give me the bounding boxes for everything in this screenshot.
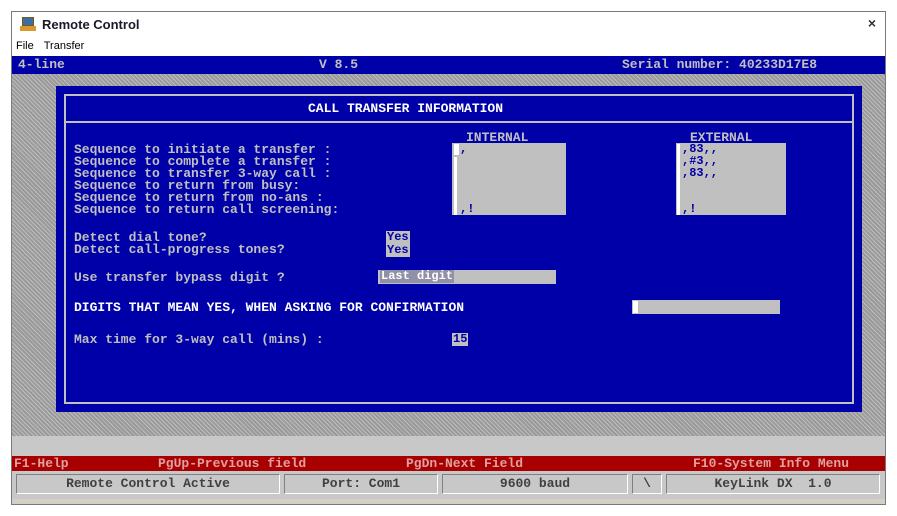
external-screening-value[interactable]: ,!	[682, 203, 696, 215]
activity-spinner: \	[632, 474, 662, 494]
external-column-marker	[677, 144, 680, 215]
port-status: Port: Com1	[284, 474, 438, 494]
confirm-digits-field[interactable]	[632, 300, 780, 314]
terminal-screen: 4-line V 8.5 Serial number: 40233D17E8 C…	[12, 56, 885, 499]
pgdn-next-field[interactable]: PgDn-Next Field	[406, 456, 523, 471]
window-title: Remote Control	[42, 16, 140, 32]
version-label: V 8.5	[319, 57, 359, 72]
function-key-bar: F1-Help PgUp-Previous field PgDn-Next Fi…	[12, 456, 885, 471]
serial-number: Serial number: 40233D17E8	[622, 57, 818, 72]
product-status: KeyLink DX 1.0	[666, 474, 880, 494]
maxtime-field[interactable]: 15	[452, 333, 469, 346]
text-cursor	[454, 144, 459, 155]
call-transfer-panel: CALL TRANSFER INFORMATION INTERNAL EXTER…	[56, 86, 862, 412]
internal-initiate-value[interactable]: ,	[460, 143, 467, 155]
internal-column-marker	[454, 157, 457, 215]
bypass-value[interactable]: Last digit	[380, 270, 455, 283]
bypass-label: Use transfer bypass digit ?	[74, 270, 285, 285]
menu-file[interactable]: File	[16, 40, 34, 52]
confirm-cursor	[633, 301, 638, 313]
maxtime-label: Max time for 3-way call (mins) :	[74, 332, 324, 347]
row-label-screening: Sequence to return call screening:	[74, 202, 340, 217]
confirm-label: DIGITS THAT MEAN YES, WHEN ASKING FOR CO…	[74, 300, 465, 315]
f1-help[interactable]: F1-Help	[14, 456, 69, 471]
baud-status: 9600 baud	[442, 474, 628, 494]
external-3way-value[interactable]: ,83,,	[682, 167, 718, 179]
terminal-gap	[12, 436, 885, 456]
menu-bar: File Transfer	[12, 36, 885, 56]
f10-system-info-menu[interactable]: F10-System Info Menu	[693, 456, 849, 471]
detect-progress-toggle[interactable]: Yes	[386, 244, 410, 257]
internal-screening-value[interactable]: ,!	[460, 203, 474, 215]
pgup-previous-field[interactable]: PgUp-Previous field	[158, 456, 306, 471]
title-bar[interactable]: Remote Control ×	[12, 12, 885, 36]
computer-icon	[20, 17, 36, 31]
title-divider	[64, 121, 854, 123]
terminal-status-line: 4-line V 8.5 Serial number: 40233D17E8	[12, 56, 885, 74]
panel-title: CALL TRANSFER INFORMATION	[308, 101, 504, 116]
remote-active-status: Remote Control Active	[16, 474, 280, 494]
remote-control-window: Remote Control × File Transfer 4-line V …	[11, 11, 886, 505]
detect-progress-label: Detect call-progress tones?	[74, 242, 285, 257]
menu-transfer[interactable]: Transfer	[44, 40, 85, 52]
line-mode: 4-line	[18, 57, 65, 72]
close-button[interactable]: ×	[865, 16, 879, 30]
bottom-status-bar: Remote Control Active Port: Com1 9600 ba…	[12, 471, 885, 499]
